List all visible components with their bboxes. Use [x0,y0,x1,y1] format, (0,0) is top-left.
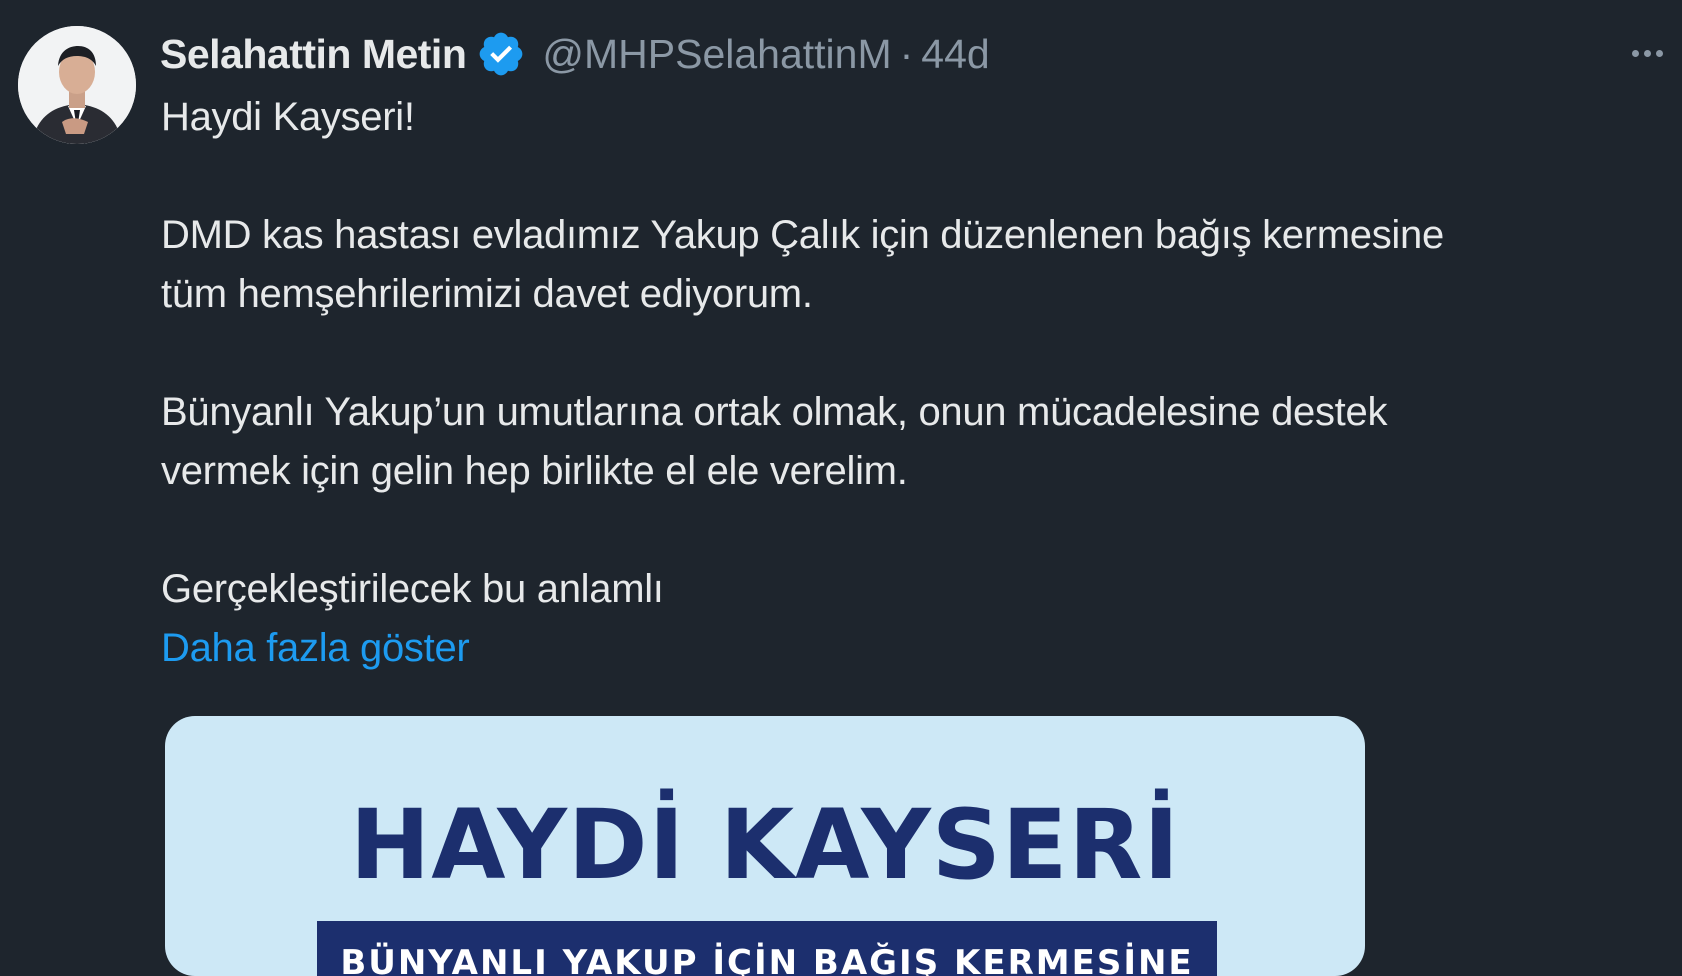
more-dot [1632,49,1639,57]
tweet-line: vermek için gelin hep birlikte el ele ve… [161,449,908,493]
tweet-card[interactable]: Selahattin Metin @MHPSelahattinM · 44d H… [0,0,1682,976]
avatar[interactable] [18,26,136,144]
avatar-photo [18,26,136,144]
tweet-line: Gerçekleştirilecek bu anlamlı [161,567,664,611]
more-dot [1644,49,1651,57]
more-options-icon[interactable] [1632,38,1682,68]
tweet-line: Bünyanlı Yakup’un umutlarına ortak olmak… [161,390,1388,434]
tweet-header: Selahattin Metin @MHPSelahattinM · 44d [160,26,990,82]
show-more-link[interactable]: Daha fazla göster [161,619,470,678]
tweet-line: DMD kas hastası evladımız Yakup Çalık iç… [161,213,1444,257]
tweet-timestamp[interactable]: 44d [921,31,989,78]
tweet-line: Haydi Kayseri! [161,95,415,139]
author-display-name[interactable]: Selahattin Metin [160,31,467,78]
header-separator: · [899,30,914,77]
tweet-text: Haydi Kayseri! DMD kas hastası evladımız… [161,88,1641,678]
verified-badge-icon[interactable] [476,29,526,79]
media-banner-text: BÜNYANLI YAKUP İÇİN BAĞIŞ KERMESİNE [340,943,1194,976]
tweet-media-image[interactable]: HAYDİ KAYSERİ BÜNYANLI YAKUP İÇİN BAĞIŞ … [165,716,1365,976]
tweet-line: tüm hemşehrilerimizi davet ediyorum. [161,272,813,316]
media-title: HAYDİ KAYSERİ [349,789,1181,901]
author-handle[interactable]: @MHPSelahattinM [542,31,891,78]
more-dot [1656,49,1663,57]
media-banner: BÜNYANLI YAKUP İÇİN BAĞIŞ KERMESİNE [317,921,1217,976]
